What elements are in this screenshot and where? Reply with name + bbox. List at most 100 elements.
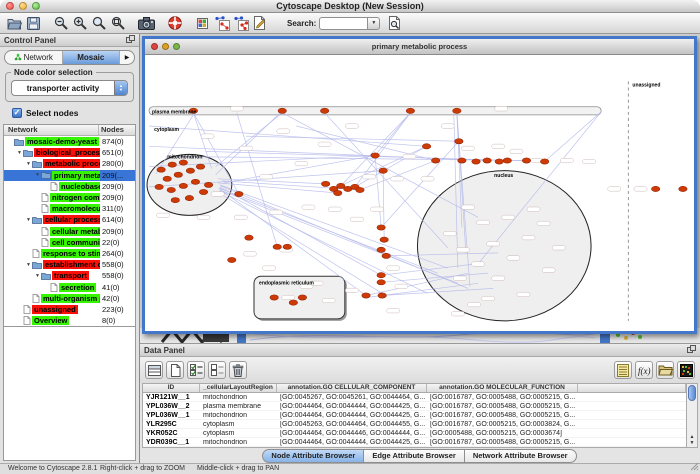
network-node[interactable] bbox=[278, 108, 286, 113]
network-node[interactable] bbox=[289, 300, 297, 305]
table-cell[interactable]: cytoplasm bbox=[200, 430, 277, 437]
network-node[interactable] bbox=[406, 108, 414, 113]
view-minimize-button[interactable] bbox=[162, 43, 169, 50]
delete-attribute-icon[interactable] bbox=[229, 361, 247, 379]
network-node[interactable] bbox=[362, 293, 370, 298]
network-node[interactable] bbox=[371, 153, 379, 158]
zoom-selected-icon[interactable] bbox=[109, 14, 128, 33]
tree-row-transport[interactable]: ▼transport558(0) bbox=[4, 270, 135, 281]
network-node[interactable] bbox=[458, 158, 466, 163]
network-node[interactable] bbox=[422, 144, 430, 149]
network-canvas[interactable]: plasma membranecytoplasmmitochondrionnuc… bbox=[145, 55, 694, 331]
attribute-list-icon[interactable] bbox=[614, 361, 632, 379]
create-attribute-icon[interactable] bbox=[166, 361, 184, 379]
network-node[interactable] bbox=[186, 168, 194, 173]
network-node[interactable] bbox=[455, 139, 463, 144]
select-nodes-checkbox[interactable]: ✓ bbox=[12, 108, 22, 118]
tree-row-establishment-of-lo[interactable]: ▼establishment of lo558(0) bbox=[4, 259, 135, 270]
network-node[interactable] bbox=[185, 195, 193, 200]
table-cell[interactable]: [GO:0005488, GO:0005215, GO:0003674] bbox=[427, 430, 578, 437]
table-cell[interactable]: [GO:0016787, GO:0005488, GO:0005215, G..… bbox=[427, 394, 578, 401]
tree-column-network[interactable]: Network bbox=[4, 125, 99, 135]
table-cell[interactable]: YPL036W__2 bbox=[143, 403, 200, 410]
tab-node-attribute-browser[interactable]: Node Attribute Browser bbox=[262, 449, 364, 463]
network-node[interactable] bbox=[155, 184, 163, 189]
tree-row-multi-organism-pro[interactable]: multi-organism pro42(0) bbox=[4, 293, 135, 304]
tree-expand-arrow-icon[interactable]: ▼ bbox=[34, 172, 41, 178]
search-input[interactable] bbox=[319, 17, 367, 30]
tree-expand-arrow-icon[interactable]: ▼ bbox=[25, 262, 32, 268]
help-icon[interactable] bbox=[165, 14, 184, 33]
network-node[interactable] bbox=[174, 172, 182, 177]
network-node[interactable] bbox=[179, 183, 187, 188]
network-overlay-a-icon[interactable] bbox=[212, 14, 231, 33]
tree-row-primary-metabolic[interactable]: ▼primary metabolic209(... bbox=[4, 170, 135, 181]
search-dropdown-button[interactable]: ▼ bbox=[367, 17, 380, 30]
table-row[interactable]: YPL036W__1mitochondrion[GO:0044464, GO:0… bbox=[143, 411, 686, 420]
table-row[interactable]: YPL036W__2plasma membrane[GO:0044464, GO… bbox=[143, 402, 686, 411]
unselect-attributes-icon[interactable] bbox=[208, 361, 226, 379]
tree-expand-arrow-icon[interactable]: ▼ bbox=[34, 273, 41, 279]
table-row[interactable]: YLR295Ccytoplasm[GO:0045263, GO:0044464,… bbox=[143, 420, 686, 429]
tree-column-nodes[interactable]: Nodes bbox=[99, 125, 135, 135]
network-node[interactable] bbox=[472, 159, 480, 164]
tree-row-biological-process[interactable]: ▼biological_process651(0) bbox=[4, 147, 135, 158]
table-row[interactable]: YJR121W__1mitochondrion[GO:0045267, GO:0… bbox=[143, 393, 686, 402]
table-cell[interactable]: mitochondrion bbox=[200, 412, 277, 419]
advanced-search-icon[interactable] bbox=[385, 14, 404, 33]
column-header[interactable]: annotation.GO CELLULAR_COMPONENT bbox=[277, 384, 427, 392]
table-cell[interactable]: [GO:0016787, GO:0005488, GO:0005215, G..… bbox=[427, 412, 578, 419]
column-header[interactable]: ID bbox=[143, 384, 200, 392]
import-attributes-icon[interactable] bbox=[656, 361, 674, 379]
network-node[interactable] bbox=[377, 225, 385, 230]
tree-row-nucleobase-[interactable]: nucleobase-209(0) bbox=[4, 181, 135, 192]
view-close-button[interactable] bbox=[151, 43, 158, 50]
network-node[interactable] bbox=[196, 164, 204, 169]
zoom-fit-icon[interactable] bbox=[90, 14, 109, 33]
network-node[interactable] bbox=[273, 244, 281, 249]
table-cell[interactable]: [GO:0044464, GO:0044444, GO:0044425, G..… bbox=[277, 403, 427, 410]
network-node[interactable] bbox=[377, 247, 385, 252]
network-node[interactable] bbox=[204, 182, 212, 187]
table-cell[interactable]: mitochondrion bbox=[200, 394, 277, 401]
tab-network-attribute-browser[interactable]: Network Attribute Browser bbox=[464, 449, 577, 463]
network-node[interactable] bbox=[235, 191, 243, 196]
minimize-button[interactable] bbox=[19, 2, 27, 10]
zoom-in-icon[interactable] bbox=[71, 14, 90, 33]
tree-row-cellular-metabo[interactable]: cellular metabo209(0) bbox=[4, 226, 135, 237]
scrollbar-arrows[interactable]: ▲▼ bbox=[690, 434, 695, 447]
network-node[interactable] bbox=[171, 197, 179, 202]
tree-row-nitrogen-compo[interactable]: nitrogen compo209(0) bbox=[4, 192, 135, 203]
network-node[interactable] bbox=[167, 187, 175, 192]
table-cell[interactable]: [GO:0044464, GO:0044444, GO:0044425, G..… bbox=[277, 412, 427, 419]
tab-scroll-right-button[interactable]: ▶ bbox=[120, 51, 134, 64]
tree-row-cell-communicat[interactable]: cell communicat22(0) bbox=[4, 237, 135, 248]
network-node[interactable] bbox=[356, 187, 364, 192]
annotation-icon[interactable] bbox=[250, 14, 269, 33]
matrix-icon[interactable] bbox=[677, 361, 695, 379]
table-scrollbar[interactable]: ▲▼ bbox=[686, 384, 697, 447]
table-row[interactable]: YKR052Ccytoplasm[GO:0044464, GO:0044446,… bbox=[143, 429, 686, 438]
network-node[interactable] bbox=[380, 237, 388, 242]
network-overlay-b-icon[interactable] bbox=[231, 14, 250, 33]
tree-row-macromolecule[interactable]: macromolecule311(0) bbox=[4, 203, 135, 214]
tree-row-overview[interactable]: Overview8(0) bbox=[4, 315, 135, 326]
tree-row-secretion[interactable]: secretion41(0) bbox=[4, 281, 135, 292]
network-node[interactable] bbox=[651, 186, 659, 191]
network-node[interactable] bbox=[483, 158, 491, 163]
table-cell[interactable]: [GO:0045263, GO:0044464, GO:0044455, G..… bbox=[277, 421, 427, 428]
network-node[interactable] bbox=[228, 257, 236, 262]
network-node[interactable] bbox=[382, 253, 390, 258]
open-icon[interactable] bbox=[5, 14, 24, 33]
birdseye-view[interactable] bbox=[3, 327, 136, 461]
table-cell[interactable]: YLR295C bbox=[143, 421, 200, 428]
column-header[interactable]: annotation.GO MOLECULAR_FUNCTION bbox=[427, 384, 578, 392]
tree-expand-arrow-icon[interactable]: ▼ bbox=[16, 150, 23, 156]
table-cell[interactable]: YJR121W__1 bbox=[143, 394, 200, 401]
network-node[interactable] bbox=[199, 189, 207, 194]
close-button[interactable] bbox=[6, 2, 14, 10]
tree-row-cellular-process[interactable]: ▼cellular process614(0) bbox=[4, 214, 135, 225]
network-node[interactable] bbox=[431, 158, 439, 163]
tree-row-mosaic-demo-yeast[interactable]: mosaic-demo-yeast874(0) bbox=[4, 136, 135, 147]
tab-edge-attribute-browser[interactable]: Edge Attribute Browser bbox=[363, 449, 464, 463]
